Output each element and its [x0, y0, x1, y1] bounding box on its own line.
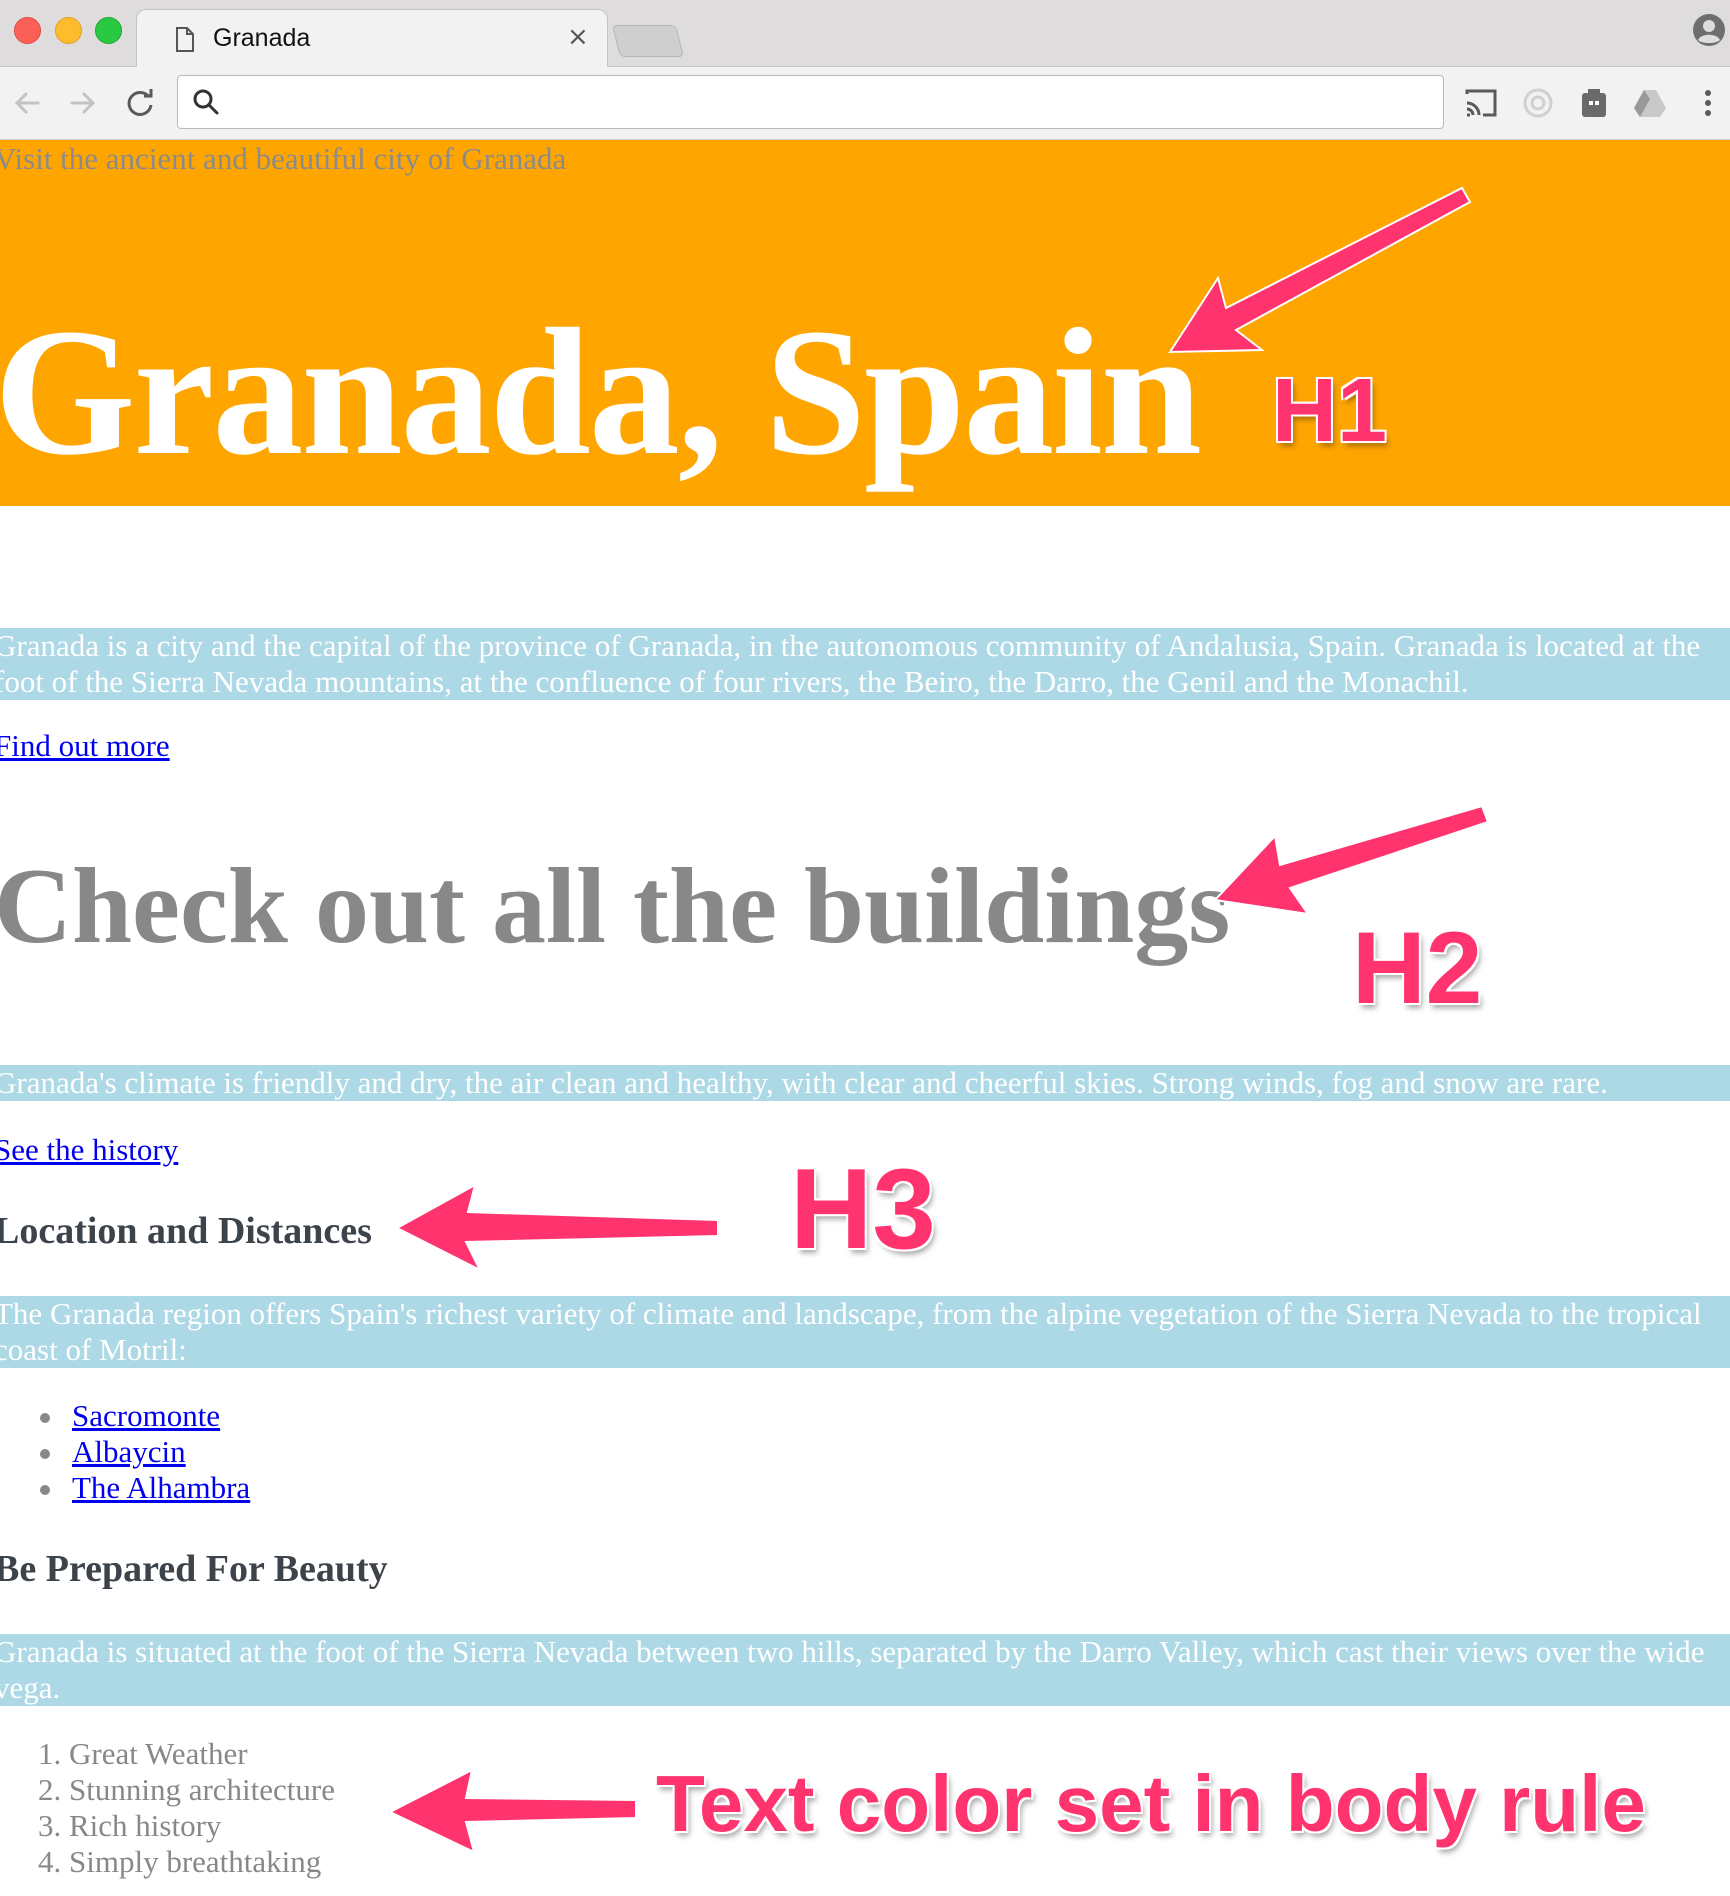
drive-icon[interactable]: [1632, 85, 1668, 121]
reload-icon[interactable]: [122, 85, 158, 121]
intro-paragraph: Granada is a city and the capital of the…: [0, 628, 1730, 700]
bullet: [40, 1413, 50, 1423]
list-item: 2. Stunning architecture: [38, 1772, 335, 1807]
list-item: 1. Great Weather: [38, 1736, 248, 1771]
alhambra-link[interactable]: The Alhambra: [72, 1470, 250, 1506]
annotation-h1-label: H1: [1272, 361, 1388, 461]
situated-paragraph: Granada is situated at the foot of the S…: [0, 1634, 1730, 1706]
page-header: Visit the ancient and beautiful city of …: [0, 140, 1730, 506]
region-paragraph: The Granada region offers Spain's riches…: [0, 1296, 1730, 1368]
minimize-window-button[interactable]: [55, 17, 82, 44]
browser-toolbar: [0, 67, 1730, 140]
annotation-body-rule-label: Text color set in body rule: [656, 1759, 1646, 1848]
cast-icon[interactable]: [1463, 85, 1499, 121]
profile-icon[interactable]: [1692, 13, 1726, 47]
close-tab-button[interactable]: ×: [567, 22, 589, 52]
annotation-h2-label: H2: [1352, 911, 1483, 1025]
address-bar[interactable]: [177, 75, 1444, 129]
tab-title: Granada: [213, 24, 311, 52]
search-icon: [193, 89, 219, 115]
climate-paragraph: Granada's climate is friendly and dry, t…: [0, 1065, 1730, 1101]
list-item: 3. Rich history: [38, 1808, 222, 1843]
heading-h3-location: Location and Distances: [0, 1210, 372, 1252]
new-tab-button[interactable]: [612, 25, 684, 57]
back-icon[interactable]: [10, 85, 46, 121]
albaycin-link[interactable]: Albaycin: [72, 1434, 186, 1470]
menu-icon[interactable]: [1690, 85, 1726, 121]
browser-chrome: Granada ×: [0, 0, 1730, 140]
page-title-h1: Granada, Spain: [0, 292, 1202, 493]
bullet: [40, 1485, 50, 1495]
maximize-window-button[interactable]: [95, 17, 122, 44]
see-the-history-link[interactable]: See the history: [0, 1132, 178, 1168]
forward-icon[interactable]: [64, 85, 100, 121]
tab-strip: Granada ×: [0, 0, 1730, 68]
annotation-h3-label: H3: [790, 1146, 936, 1273]
file-icon: [176, 27, 194, 52]
bullet: [40, 1449, 50, 1459]
close-window-button[interactable]: [14, 17, 41, 44]
tagline: Visit the ancient and beautiful city of …: [0, 141, 567, 176]
heading-h2: Check out all the buildings: [0, 847, 1231, 966]
tab-granada[interactable]: Granada ×: [136, 9, 608, 68]
extension-icon[interactable]: [1576, 85, 1612, 121]
extension-icon[interactable]: [1520, 85, 1556, 121]
heading-h3-beauty: Be Prepared For Beauty: [0, 1548, 388, 1590]
list-item: 4. Simply breathtaking: [38, 1844, 322, 1879]
sacromonte-link[interactable]: Sacromonte: [72, 1398, 220, 1434]
find-out-more-link[interactable]: Find out more: [0, 728, 170, 764]
